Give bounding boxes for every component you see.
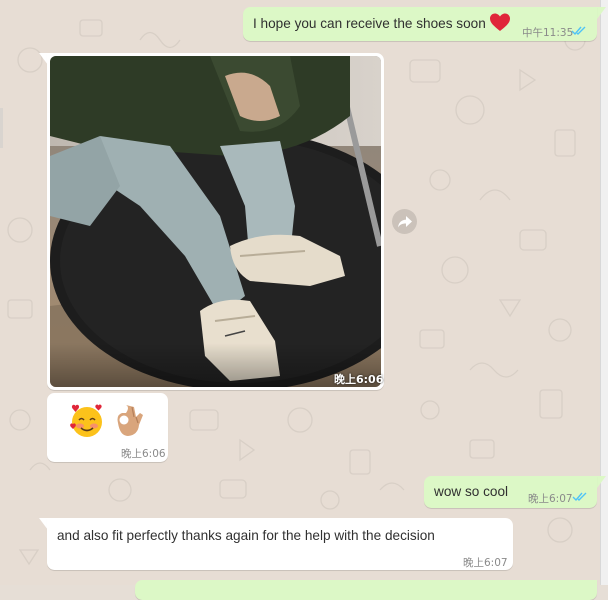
ok-hand-icon [117,405,143,436]
scrollbar-track[interactable] [600,0,608,585]
forward-button[interactable] [392,209,417,234]
message-text: and also fit perfectly thanks again for … [57,528,435,543]
panel-edge [0,108,3,148]
shoes-photo[interactable] [50,56,381,387]
message-time: 晚上6:07 [463,557,508,569]
red-heart-icon [490,13,510,31]
message-bubble-incoming[interactable]: and also fit perfectly thanks again for … [47,518,513,570]
message-time: 晚上6:06 [334,373,384,386]
message-bubble-outgoing[interactable]: wow so cool 晚上6:07 [424,476,597,508]
message-time: 晚上6:06 [121,448,166,460]
emoji-message[interactable]: 晚上6:06 [47,393,168,462]
bubble-tail [597,7,606,19]
message-time: 晚上6:07 [528,493,573,505]
photo-shade [50,343,381,387]
image-message[interactable]: 晚上6:06 [47,53,384,390]
bubble-tail [597,476,606,488]
double-check-icon [571,26,586,36]
smiling-face-with-hearts-icon [70,404,102,437]
forward-arrow-icon [397,215,412,227]
message-bubble-outgoing[interactable]: I hope you can receive the shoes soon 中午… [243,7,597,41]
double-check-icon [572,492,587,502]
message-bubble-outgoing-partial[interactable] [135,580,597,600]
message-time: 中午11:35 [522,27,574,39]
message-text: wow so cool [434,484,509,499]
message-text: I hope you can receive the shoes soon [253,16,486,31]
